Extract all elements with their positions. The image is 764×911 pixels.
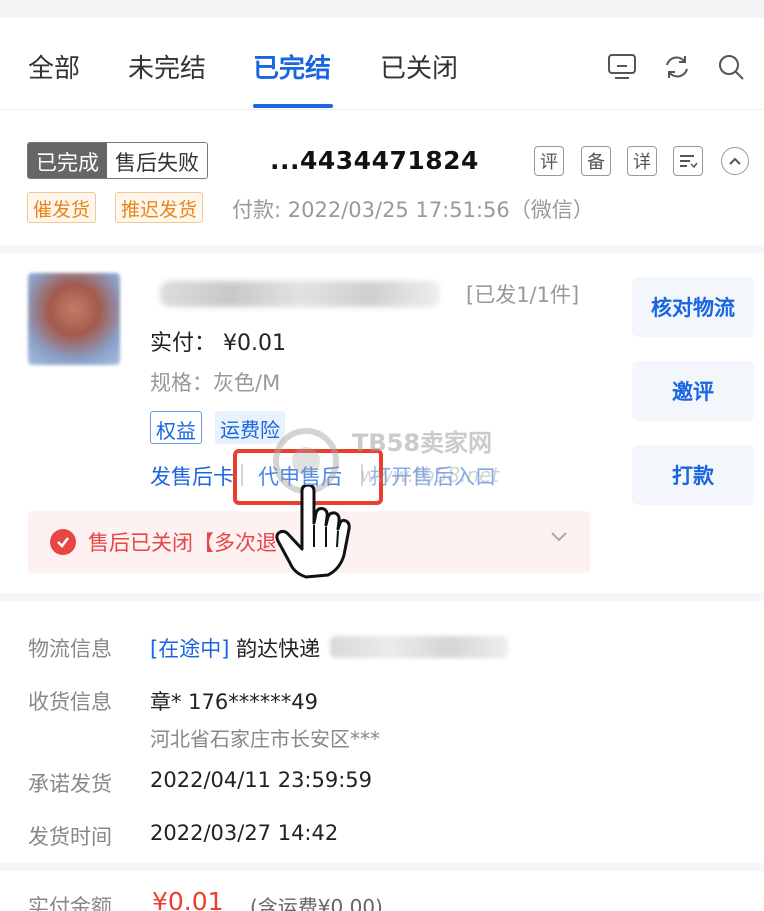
list-edit-icon[interactable]: [673, 146, 703, 176]
promise-time: 2022/04/11 23:59:59: [150, 768, 373, 792]
logistics-status: [在途中]: [150, 637, 230, 661]
order-number[interactable]: ...4434471824: [270, 146, 479, 175]
order-tabs: 全部 未完结 已完结 已关闭: [0, 18, 764, 110]
tab-finished[interactable]: 已完结: [253, 48, 331, 85]
receiver-value: 章* 176******49: [150, 690, 318, 714]
status-badge: 已完成 售后失败: [27, 142, 208, 179]
status-secondary: 售后失败: [107, 143, 207, 178]
receiver-address: 河北省石家庄市长安区***: [150, 727, 380, 751]
delay-ship-tag[interactable]: 推迟发货: [115, 192, 204, 223]
rights-chip[interactable]: 权益: [150, 411, 202, 444]
ship-time: 2022/03/27 14:42: [150, 821, 339, 845]
product-paid: 实付： ¥0.01: [150, 331, 286, 356]
product-title-blurred: [160, 281, 440, 307]
shipped-count: [已发1/1件]: [466, 283, 580, 307]
logistics-label: 物流信息: [28, 637, 112, 661]
top-status-strip: [0, 0, 764, 18]
product-spec: 规格：灰色/M: [150, 371, 281, 395]
receiver-label: 收货信息: [28, 690, 112, 714]
chevron-down-icon: [551, 532, 567, 542]
aftersale-status-text: 售后已关闭【多次退: [88, 531, 277, 555]
tracking-number-blurred: [330, 636, 508, 658]
order-header: 已完成 售后失败 ...4434471824 评 备 详 催发货 推迟发货 付款…: [0, 118, 764, 253]
ship-time-label: 发货时间: [28, 825, 112, 849]
shipping-insurance-chip[interactable]: 运费险: [215, 411, 285, 444]
urge-ship-tag[interactable]: 催发货: [27, 192, 97, 223]
tab-all[interactable]: 全部: [28, 48, 80, 85]
tab-unfinished[interactable]: 未完结: [128, 48, 206, 85]
collapse-chevron-icon[interactable]: [721, 147, 749, 175]
total-amount: ¥0.01: [152, 887, 224, 911]
promise-label: 承诺发货: [28, 772, 112, 796]
highlight-box: [233, 449, 383, 505]
open-aftersale-entry-link[interactable]: 打开售后入口: [370, 461, 496, 491]
total-row: 实付金额 ¥0.01 (含运费¥0.00): [0, 863, 764, 911]
logistics-value[interactable]: [在途中] 韵达快递: [150, 633, 320, 663]
status-primary: 已完成: [28, 143, 107, 178]
note-icon[interactable]: 备: [581, 146, 611, 176]
order-info: 物流信息 [在途中] 韵达快递 收货信息 章* 176******49 河北省石…: [0, 593, 764, 863]
invite-review-button[interactable]: 邀评: [632, 361, 754, 421]
aftersale-status-bar[interactable]: 售后已关闭【多次退: [28, 511, 590, 573]
check-circle-icon: [50, 529, 76, 555]
total-label: 实付金额: [28, 895, 112, 911]
search-icon[interactable]: [714, 50, 748, 84]
check-logistics-button[interactable]: 核对物流: [632, 277, 754, 337]
refresh-icon[interactable]: [660, 50, 694, 84]
total-shipping: (含运费¥0.00): [250, 895, 383, 911]
review-icon[interactable]: 评: [534, 146, 564, 176]
active-tab-indicator: [253, 104, 333, 108]
logistics-company: 韵达快递: [236, 637, 321, 661]
paid-time: 付款: 2022/03/25 17:51:56（微信）: [232, 198, 594, 222]
tab-closed[interactable]: 已关闭: [380, 48, 458, 85]
product-card: [已发1/1件] 实付： ¥0.01 规格：灰色/M 权益 运费险 发售后卡 代…: [0, 253, 764, 593]
send-aftersale-card-link[interactable]: 发售后卡: [150, 461, 234, 491]
detail-icon[interactable]: 详: [627, 146, 657, 176]
screen-icon[interactable]: [605, 50, 639, 84]
pay-button[interactable]: 打款: [632, 445, 754, 505]
product-thumbnail[interactable]: [28, 273, 120, 365]
